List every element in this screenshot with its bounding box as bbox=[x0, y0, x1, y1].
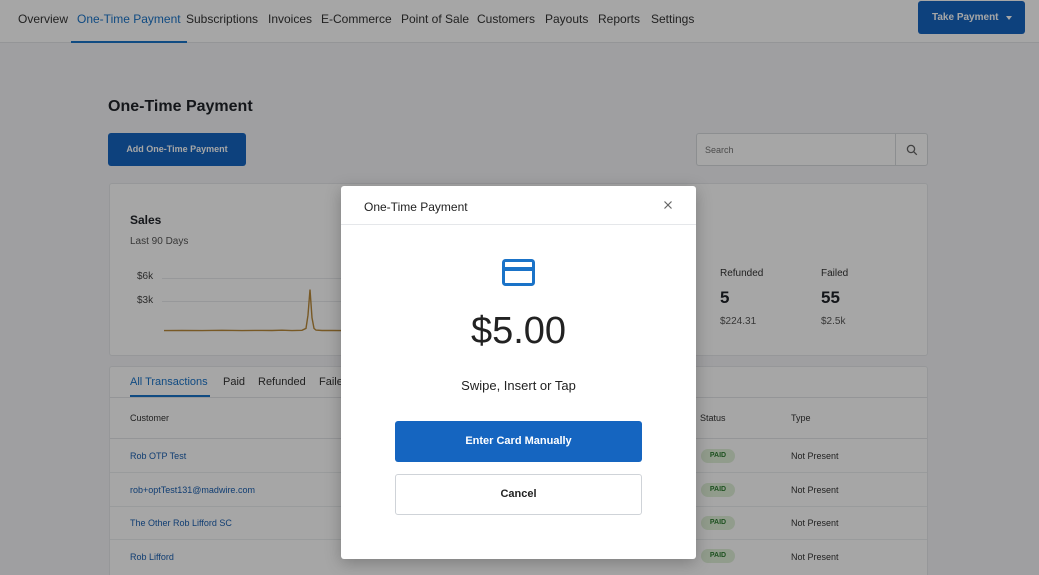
payment-amount: $5.00 bbox=[470, 310, 567, 352]
one-time-payment-modal: One-Time Payment $5.00 Swipe, Insert or … bbox=[341, 186, 696, 559]
close-icon[interactable] bbox=[661, 198, 675, 212]
enter-card-manually-button[interactable]: Enter Card Manually bbox=[395, 421, 642, 462]
payment-instruction: Swipe, Insert or Tap bbox=[461, 378, 576, 393]
cancel-button[interactable]: Cancel bbox=[395, 474, 642, 515]
credit-card-icon bbox=[502, 259, 535, 286]
modal-header: One-Time Payment bbox=[341, 186, 696, 225]
modal-title: One-Time Payment bbox=[364, 200, 468, 214]
